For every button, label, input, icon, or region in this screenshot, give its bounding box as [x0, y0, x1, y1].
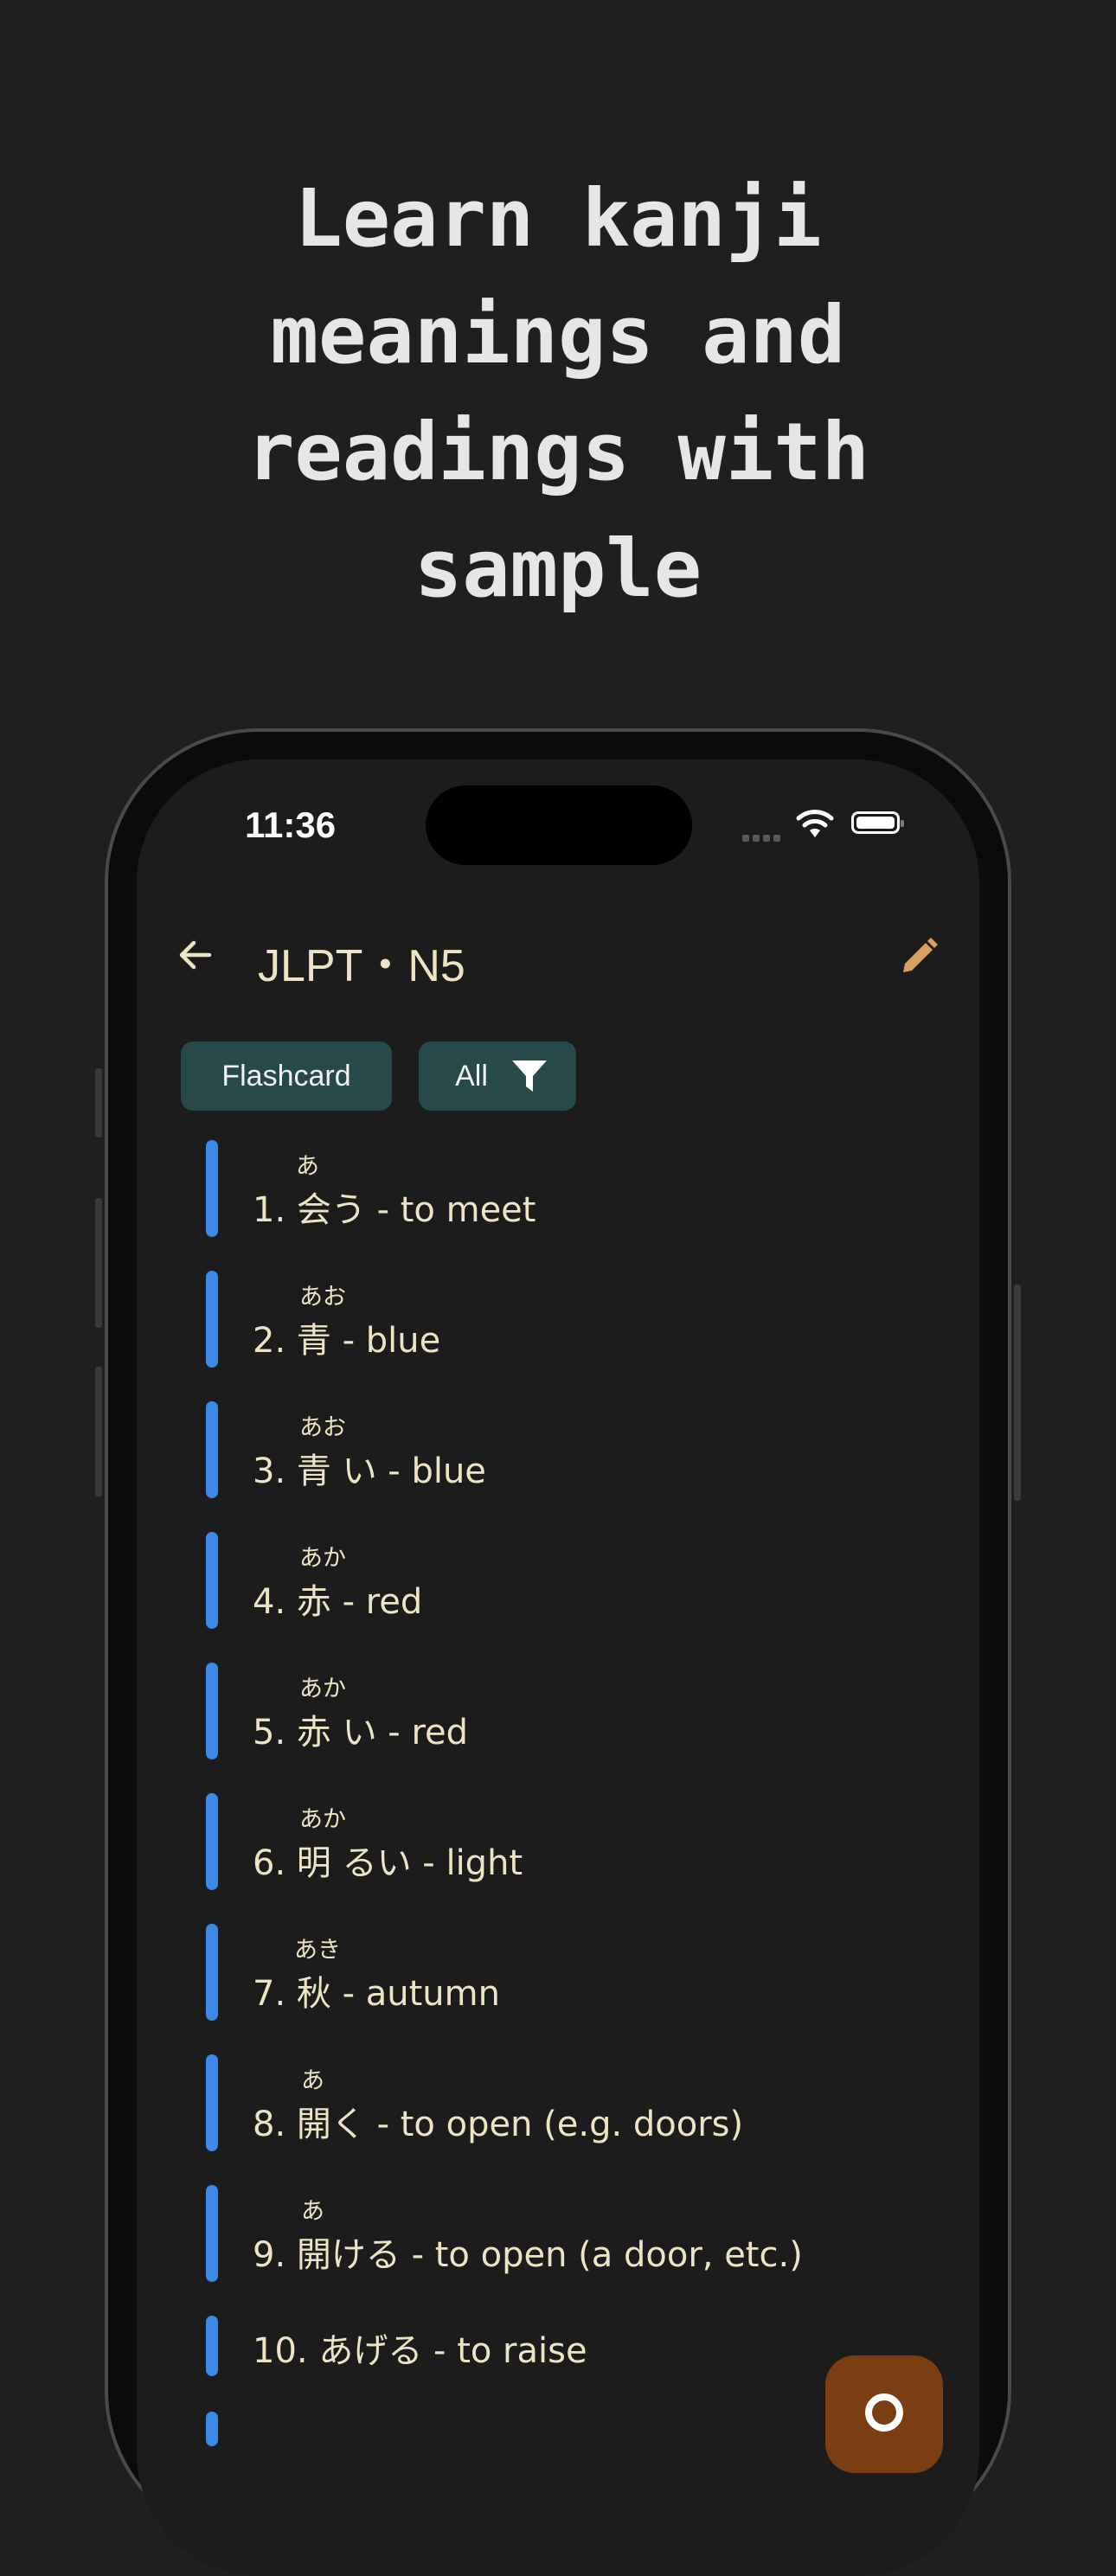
list-item[interactable]: あお 2. 青 - blue — [137, 1271, 979, 1368]
list-item-accent — [206, 2316, 218, 2376]
headline: Learn kanji meanings and readings with s… — [246, 172, 870, 615]
furigana: あお — [299, 1284, 346, 1310]
list-item[interactable]: あ 9. 開ける - to open (a door, etc.) — [137, 2185, 979, 2282]
furigana: あか — [299, 1676, 346, 1702]
phone-volume-down — [95, 1367, 102, 1496]
list-item[interactable]: あ 1. 会う - to meet — [137, 1140, 979, 1237]
record-icon — [865, 2393, 903, 2432]
furigana: あ — [301, 2198, 324, 2225]
phone-power-button — [1014, 1285, 1021, 1501]
filter-all-button[interactable]: All — [419, 1041, 576, 1111]
filter-all-label: All — [455, 1059, 488, 1093]
status-time: 11:36 — [245, 804, 337, 845]
list-item[interactable]: あき 7. 秋 - autumn — [137, 1924, 979, 2021]
furigana: あき — [294, 1937, 341, 1964]
list-item-label: 5. 赤 い - red — [253, 1713, 469, 1753]
furigana: あお — [299, 1414, 346, 1441]
page-title: JLPT・N5 — [258, 941, 465, 991]
pencil-icon[interactable] — [895, 932, 943, 981]
list-item-accent — [206, 1532, 218, 1629]
list-item-accent — [206, 1663, 218, 1759]
phone-side-button — [95, 1068, 102, 1137]
list-item-accent — [206, 1271, 218, 1368]
list-item[interactable]: あか 6. 明 るい - light — [137, 1793, 979, 1890]
list-item-accent — [206, 2185, 218, 2282]
list-item[interactable]: あ 8. 開く - to open (e.g. doors) — [137, 2054, 979, 2151]
furigana: あか — [299, 1806, 346, 1833]
signal-icon — [742, 829, 786, 842]
list-item-accent — [206, 1140, 218, 1237]
list-item-label: 7. 秋 - autumn — [253, 1974, 500, 2014]
furigana: あ — [301, 2067, 324, 2094]
list-item-label: 8. 開く - to open (e.g. doors) — [253, 2105, 744, 2144]
list-item[interactable]: あか 5. 赤 い - red — [137, 1663, 979, 1759]
furigana: あか — [299, 1545, 346, 1572]
list-item-accent — [206, 1793, 218, 1890]
list-item-accent — [206, 2412, 218, 2446]
list-item-label: 1. 会う - to meet — [253, 1190, 536, 1230]
phone-volume-up — [95, 1198, 102, 1328]
record-fab-button[interactable] — [825, 2355, 943, 2473]
filter-icon — [511, 1061, 547, 1092]
flashcard-button-label: Flashcard — [221, 1059, 351, 1093]
list-item-label: 4. 赤 - red — [253, 1582, 423, 1622]
list-item[interactable]: あお 3. 青 い - blue — [137, 1401, 979, 1498]
furigana: あ — [296, 1153, 319, 1180]
arrow-left-icon[interactable] — [175, 934, 216, 976]
list-item-accent — [206, 1924, 218, 2021]
list-item-label: 3. 青 い - blue — [253, 1451, 486, 1491]
list-item-accent — [206, 2054, 218, 2151]
list-item-label: 9. 開ける - to open (a door, etc.) — [253, 2235, 803, 2275]
dynamic-island — [426, 785, 692, 865]
battery-icon — [851, 811, 904, 834]
list-item[interactable]: あか 4. 赤 - red — [137, 1532, 979, 1629]
phone-screen: 11:36 JLPT・N5 Flashcard All あ 1. 会う - to… — [137, 759, 979, 2576]
flashcard-button[interactable]: Flashcard — [181, 1041, 392, 1111]
list-item-accent — [206, 1401, 218, 1498]
wifi-icon — [796, 810, 834, 837]
list-item-label: 2. 青 - blue — [253, 1321, 441, 1361]
list-item-label: 10. あげる - to raise — [253, 2331, 587, 2371]
list-item-label: 6. 明 るい - light — [253, 1843, 523, 1883]
